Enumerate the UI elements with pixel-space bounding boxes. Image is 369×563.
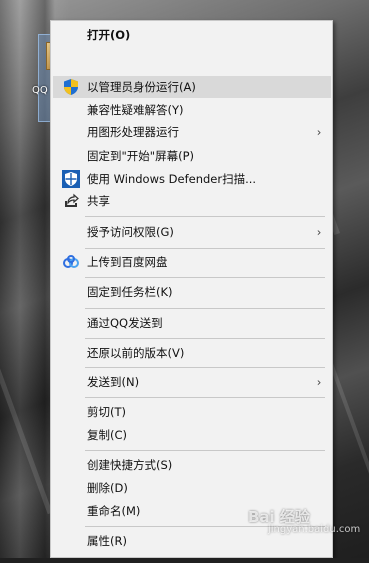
menu-separator xyxy=(85,308,325,309)
menu-item-share[interactable]: 共享 xyxy=(53,190,331,212)
menu-item-defender-scan[interactable]: 使用 Windows Defender扫描... xyxy=(53,168,331,190)
menu-item-label: 使用 Windows Defender扫描... xyxy=(87,172,257,186)
baidu-netdisk-icon xyxy=(62,253,80,271)
menu-separator xyxy=(85,367,325,368)
menu-item-send-via-qq[interactable]: 通过QQ发送到 xyxy=(53,312,331,334)
menu-item-run-with-gpu[interactable]: 用图形处理器运行 › xyxy=(53,121,331,143)
context-menu: 打开(O) 以管理员身份运行(A) 兼容性疑难解答(Y) 用图形处理器运行 › … xyxy=(50,20,333,558)
menu-item-label: 用图形处理器运行 xyxy=(87,125,179,139)
menu-item-label: 以管理员身份运行(A) xyxy=(87,80,196,94)
menu-separator xyxy=(85,277,325,278)
menu-item-label: 属性(R) xyxy=(87,534,127,548)
menu-item-label: 固定到任务栏(K) xyxy=(87,285,173,299)
menu-separator xyxy=(85,216,325,217)
menu-item-baidu-upload[interactable]: 上传到百度网盘 xyxy=(53,251,331,273)
menu-item-compat-troubleshoot[interactable]: 兼容性疑难解答(Y) xyxy=(53,99,331,121)
menu-item-label: 打开(O) xyxy=(87,28,131,42)
menu-separator xyxy=(85,338,325,339)
menu-item-label: 发送到(N) xyxy=(87,375,140,389)
chevron-right-icon: › xyxy=(316,375,322,389)
menu-item-label: 授予访问权限(G) xyxy=(87,225,174,239)
menu-item-label: 重命名(M) xyxy=(87,504,141,518)
menu-item-label: 兼容性疑难解答(Y) xyxy=(87,103,184,117)
chevron-right-icon: › xyxy=(316,125,322,139)
menu-separator xyxy=(85,397,325,398)
menu-item-delete[interactable]: 删除(D) xyxy=(53,477,331,499)
menu-item-label: 复制(C) xyxy=(87,428,128,442)
menu-item-restore-versions[interactable]: 还原以前的版本(V) xyxy=(53,342,331,364)
menu-item-grant-access[interactable]: 授予访问权限(G) › xyxy=(53,221,331,243)
menu-item-label: 删除(D) xyxy=(87,481,128,495)
rock-texture xyxy=(0,305,53,515)
menu-separator xyxy=(85,450,325,451)
menu-item-label: 剪切(T) xyxy=(87,405,126,419)
menu-item-label: 固定到"开始"屏幕(P) xyxy=(87,149,194,163)
menu-item-label: 共享 xyxy=(87,194,110,208)
menu-item-create-shortcut[interactable]: 创建快捷方式(S) xyxy=(53,454,331,476)
windows-defender-icon xyxy=(62,170,80,188)
menu-item-label: 还原以前的版本(V) xyxy=(87,346,185,360)
menu-item-label: 上传到百度网盘 xyxy=(87,255,168,269)
taskbar-edge xyxy=(0,558,369,563)
baidu-jingyan-watermark: Bai 经验 jingyan.baidu.com xyxy=(248,506,360,535)
menu-item-label: 通过QQ发送到 xyxy=(87,316,163,330)
menu-item-open[interactable]: 打开(O) xyxy=(53,24,331,46)
menu-item-label: 创建快捷方式(S) xyxy=(87,458,173,472)
chevron-right-icon: › xyxy=(316,225,322,239)
menu-item-pin-to-start[interactable]: 固定到"开始"屏幕(P) xyxy=(53,145,331,167)
menu-item-run-as-admin[interactable]: 以管理员身份运行(A) xyxy=(53,76,331,98)
menu-item-pin-to-taskbar[interactable]: 固定到任务栏(K) xyxy=(53,281,331,303)
menu-item-send-to[interactable]: 发送到(N) › xyxy=(53,371,331,393)
watermark-subtext: jingyan.baidu.com xyxy=(268,524,361,535)
menu-item-cut[interactable]: 剪切(T) xyxy=(53,401,331,423)
menu-item-copy[interactable]: 复制(C) xyxy=(53,424,331,446)
share-icon xyxy=(62,192,80,210)
menu-separator xyxy=(85,248,325,249)
uac-shield-icon xyxy=(62,78,80,96)
